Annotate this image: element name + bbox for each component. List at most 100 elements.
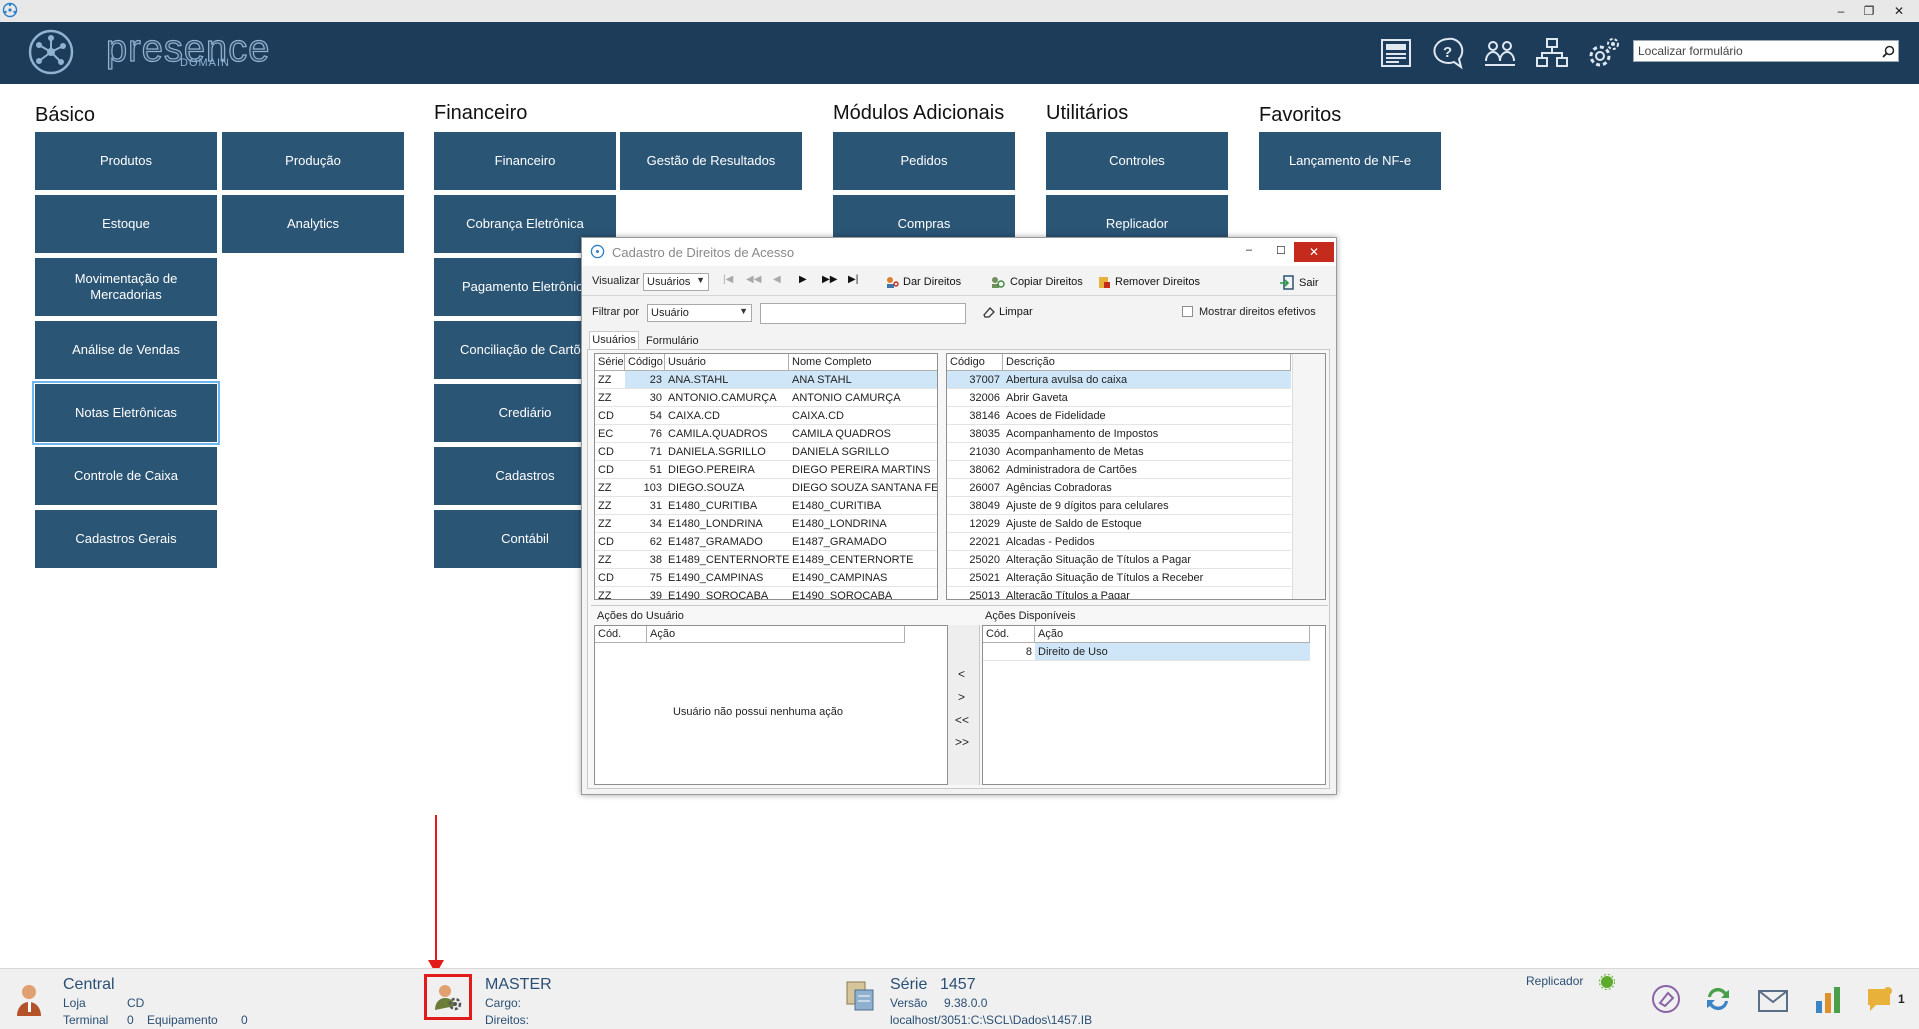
sair-button[interactable]: Sair: [1279, 275, 1319, 290]
tile-lancamento-nfe[interactable]: Lançamento de NF-e: [1259, 132, 1441, 190]
forms-row[interactable]: 25021 Alteração Situação de Títulos a Rec…: [947, 569, 1291, 587]
help-icon[interactable]: ?: [1428, 34, 1468, 72]
forms-header-1[interactable]: Descrição: [1003, 354, 1291, 371]
forms-header-0[interactable]: Código: [947, 354, 1003, 371]
tile-financeiro[interactable]: Financeiro: [434, 132, 616, 190]
tile-notas-eletronicas[interactable]: Notas Eletrônicas: [32, 381, 220, 445]
logo[interactable]: presence DOMAIN: [26, 27, 270, 79]
move-right-button[interactable]: >: [958, 690, 965, 704]
acoes-disponiveis-grid[interactable]: Cód. Ação 8 Direito de Uso: [982, 625, 1326, 785]
tile-gestao-resultados[interactable]: Gestão de Resultados: [620, 132, 802, 190]
sync-icon[interactable]: [1702, 983, 1734, 1015]
move-all-left-button[interactable]: <<: [955, 713, 969, 727]
dialog-maximize-button[interactable]: ☐: [1276, 244, 1286, 257]
tile-controles[interactable]: Controles: [1046, 132, 1228, 190]
tile-analise-vendas[interactable]: Análise de Vendas: [35, 321, 217, 379]
tag-icon[interactable]: [1650, 983, 1682, 1015]
users-row[interactable]: ZZ103DIEGO.SOUZADIEGO SOUZA SANTANA FERR: [595, 479, 937, 497]
tab-usuarios[interactable]: Usuários: [589, 331, 639, 349]
forms-row[interactable]: 38049 Ajuste de 9 dígitos para celulares: [947, 497, 1291, 515]
users-row[interactable]: ZZ 23 ANA.STAHL ANA STAHL: [595, 371, 937, 389]
nav-first-button[interactable]: |◀: [723, 274, 733, 285]
remover-direitos-button[interactable]: Remover Direitos: [1098, 275, 1200, 289]
search-icon[interactable]: [1878, 45, 1898, 58]
forms-row[interactable]: 25020 Alteração Situação de Títulos a Pag…: [947, 551, 1291, 569]
network-icon[interactable]: [1532, 34, 1572, 72]
move-all-right-button[interactable]: >>: [955, 735, 969, 749]
nav-prev-button[interactable]: ◀: [773, 274, 781, 285]
annotation-arrow-line: [435, 815, 437, 965]
copiar-direitos-button[interactable]: Copiar Direitos: [990, 275, 1083, 289]
tab-formulario[interactable]: Formulário: [642, 334, 703, 348]
minimize-button[interactable]: –: [1828, 0, 1854, 22]
bar-chart-icon[interactable]: [1812, 983, 1844, 1015]
restore-button[interactable]: ❐: [1856, 0, 1882, 22]
users-header-1[interactable]: Código: [625, 354, 665, 371]
forms-scrollbar[interactable]: [1292, 354, 1325, 599]
search-input[interactable]: Localizar formulário: [1634, 44, 1878, 58]
tile-movimentacao-mercadorias[interactable]: Movimentação de Mercadorias: [35, 258, 217, 316]
users-row[interactable]: ZZ 39 E1490_SOROCABA E1490_SOROCABA: [595, 587, 937, 599]
versao-label: Versão: [890, 996, 928, 1010]
versao-value: 9.38.0.0: [944, 996, 988, 1010]
users-row[interactable]: CD 54 CAIXA.CD CAIXA.CD: [595, 407, 937, 425]
tile-estoque[interactable]: Estoque: [35, 195, 217, 253]
users-row[interactable]: ZZ 34 E1480_LONDRINA E1480_LONDRINA: [595, 515, 937, 533]
forms-row[interactable]: 37007 Abertura avulsa do caixa: [947, 371, 1291, 389]
forms-row[interactable]: 32006 Abrir Gaveta: [947, 389, 1291, 407]
tile-cadastros-gerais[interactable]: Cadastros Gerais: [35, 510, 217, 568]
limpar-button[interactable]: Limpar: [982, 306, 1033, 318]
nav-next-button[interactable]: ▶: [799, 274, 807, 285]
users-row[interactable]: ZZ 38 E1489_CENTERNORTE E1489_CENTERNORTE: [595, 551, 937, 569]
forms-row[interactable]: 12029 Ajuste de Saldo de Estoque: [947, 515, 1291, 533]
dialog-minimize-button[interactable]: –: [1246, 244, 1252, 256]
filtrar-select[interactable]: Usuário ▼: [647, 304, 752, 322]
mostrar-efetivos-checkbox[interactable]: [1182, 306, 1193, 317]
forms-row[interactable]: 38146 Acoes de Fidelidade: [947, 407, 1291, 425]
dialog-title-bar[interactable]: Cadastro de Direitos de Acesso – ☐ ✕: [582, 238, 1336, 266]
acoes-usuario-grid[interactable]: Cód. Ação Usuário não possui nenhuma açã…: [594, 625, 948, 785]
dar-direitos-button[interactable]: Dar Direitos: [885, 275, 961, 289]
mostrar-efetivos-label[interactable]: Mostrar direitos efetivos: [1199, 306, 1316, 318]
users-row[interactable]: EC 76 CAMILA.QUADROS CAMILA QUADROS: [595, 425, 937, 443]
forms-row[interactable]: 25013 Alteração Títulos a Pagar: [947, 587, 1291, 599]
forms-row[interactable]: 22021 Alcadas - Pedidos: [947, 533, 1291, 551]
mail-icon[interactable]: [1757, 985, 1789, 1015]
forms-cell: 37007: [947, 371, 1003, 389]
news-icon[interactable]: [1376, 34, 1416, 72]
users-row[interactable]: ZZ 31 E1480_CURITIBA E1480_CURITIBA: [595, 497, 937, 515]
users-icon[interactable]: [1480, 34, 1520, 72]
nav-next-page-button[interactable]: ▶▶: [822, 274, 837, 285]
search-box[interactable]: Localizar formulário: [1633, 40, 1899, 62]
users-header-2[interactable]: Usuário: [665, 354, 789, 371]
forms-row[interactable]: 38035 Acompanhamento de Impostos: [947, 425, 1291, 443]
tile-producao[interactable]: Produção: [222, 132, 404, 190]
close-window-button[interactable]: ✕: [1886, 0, 1912, 22]
settings-icon[interactable]: [1584, 34, 1624, 72]
notification-icon[interactable]: [1866, 985, 1896, 1015]
tile-pedidos[interactable]: Pedidos: [833, 132, 1015, 190]
forms-row[interactable]: 26007 Agências Cobradoras: [947, 479, 1291, 497]
user-config-button[interactable]: [424, 974, 472, 1020]
users-header-3[interactable]: Nome Completo: [789, 354, 937, 371]
forms-row[interactable]: 38062 Administradora de Cartões: [947, 461, 1291, 479]
move-left-button[interactable]: <: [958, 667, 965, 681]
users-header-0[interactable]: Série: [595, 354, 625, 371]
tile-analytics[interactable]: Analytics: [222, 195, 404, 253]
users-grid[interactable]: Série Código Usuário Nome Completo ZZ 23 ANA.S…: [594, 353, 938, 600]
disp-row[interactable]: 8 Direito de Uso: [983, 643, 1310, 661]
visualizar-select[interactable]: Usuários ▼: [643, 273, 709, 291]
users-row[interactable]: CD 51 DIEGO.PEREIRA DIEGO PEREIRA MARTINS: [595, 461, 937, 479]
nav-prev-page-button[interactable]: ◀◀: [746, 274, 761, 285]
users-row[interactable]: CD 71 DANIELA.SGRILLO DANIELA SGRILLO: [595, 443, 937, 461]
forms-row[interactable]: 21030 Acompanhamento de Metas: [947, 443, 1291, 461]
forms-grid[interactable]: Código Descrição 37007 Abertura avulsa do c…: [946, 353, 1326, 600]
filtrar-input[interactable]: [760, 303, 966, 324]
users-row[interactable]: ZZ 30 ANTONIO.CAMURÇA ANTONIO CAMURÇA: [595, 389, 937, 407]
dialog-close-button[interactable]: ✕: [1294, 242, 1334, 262]
tile-controle-caixa[interactable]: Controle de Caixa: [35, 447, 217, 505]
nav-last-button[interactable]: ▶|: [848, 274, 858, 285]
users-row[interactable]: CD 75 E1490_CAMPINAS E1490_CAMPINAS: [595, 569, 937, 587]
tile-produtos[interactable]: Produtos: [35, 132, 217, 190]
users-row[interactable]: CD 62 E1487_GRAMADO E1487_GRAMADO: [595, 533, 937, 551]
